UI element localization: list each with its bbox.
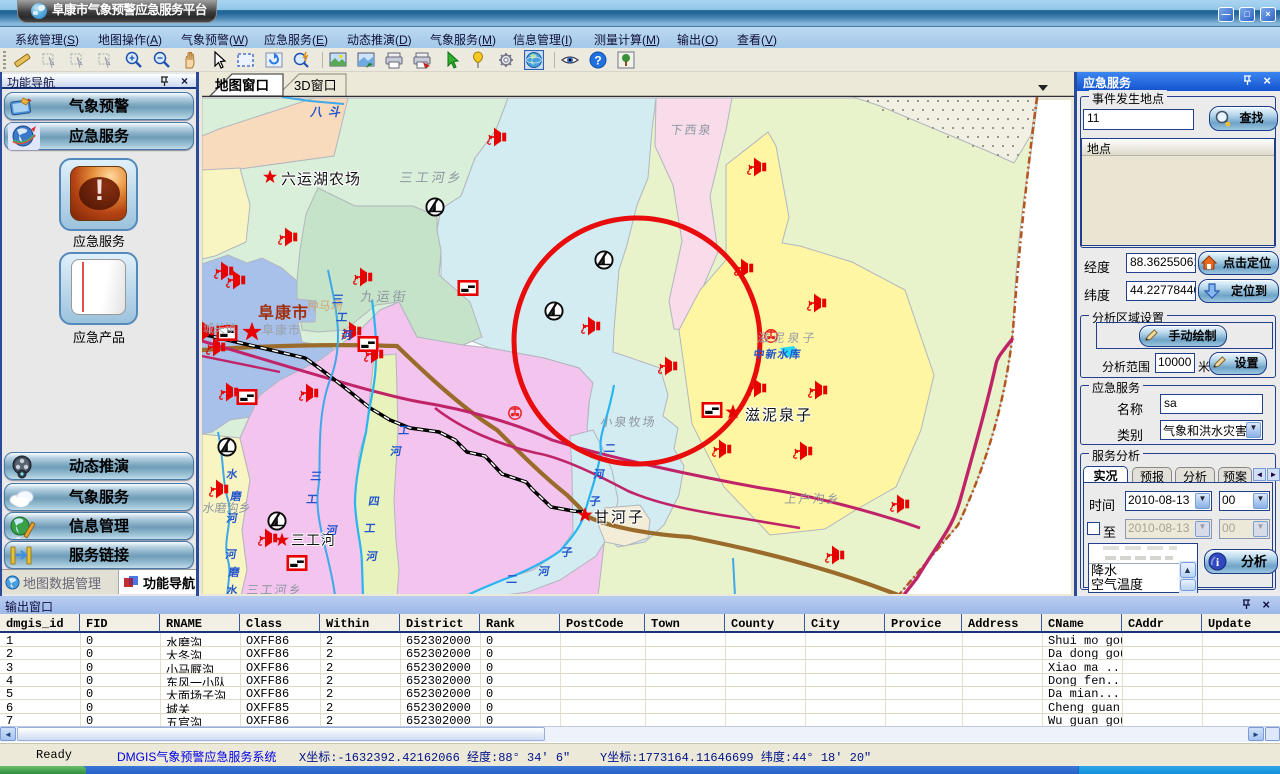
svg-text:二: 二 [506,574,519,586]
svg-text:子: 子 [561,546,574,559]
svg-text:小泉牧场: 小泉牧场 [600,415,658,429]
svg-text:下西泉: 下西泉 [670,123,714,137]
svg-text:三工河乡: 三工河乡 [246,583,304,594]
svg-text:河: 河 [390,444,403,458]
svg-text:3D窗口: 3D窗口 [294,78,337,93]
svg-text:二: 二 [604,443,617,455]
svg-text:四: 四 [368,495,381,508]
svg-text:阜康市: 阜康市 [262,322,301,337]
svg-text:河: 河 [226,511,239,525]
svg-text:河: 河 [341,328,354,342]
svg-text:三工河乡: 三工河乡 [398,170,465,185]
svg-text:六运湖农场: 六运湖农场 [281,171,361,188]
svg-text:子: 子 [589,495,602,508]
svg-text:中新水库: 中新水库 [753,347,803,361]
svg-text:?: ? [594,54,601,68]
svg-text:工: 工 [306,493,319,506]
svg-text:三: 三 [310,470,323,483]
svg-text:阜康市: 阜康市 [258,303,309,322]
svg-text:城关镇: 城关镇 [203,321,236,335]
svg-text:河: 河 [225,547,238,561]
svg-text:河: 河 [326,523,339,537]
svg-text:工: 工 [336,311,349,324]
svg-text:工: 工 [398,424,411,437]
svg-text:滋泥泉子: 滋泥泉子 [745,407,813,424]
svg-text:河: 河 [366,549,379,563]
svg-text:甘河子: 甘河子 [594,509,645,526]
svg-text:河: 河 [593,467,606,481]
svg-text:八斗: 八斗 [308,105,348,119]
svg-text:地图窗口: 地图窗口 [215,77,269,93]
svg-text:河: 河 [538,564,551,578]
svg-text:九运街: 九运街 [360,289,410,304]
svg-text:上户沟乡: 上户沟乡 [784,491,842,506]
svg-text:工: 工 [364,522,377,535]
svg-text:三: 三 [332,293,345,306]
svg-text:滋泥泉子: 滋泥泉子 [757,331,819,345]
